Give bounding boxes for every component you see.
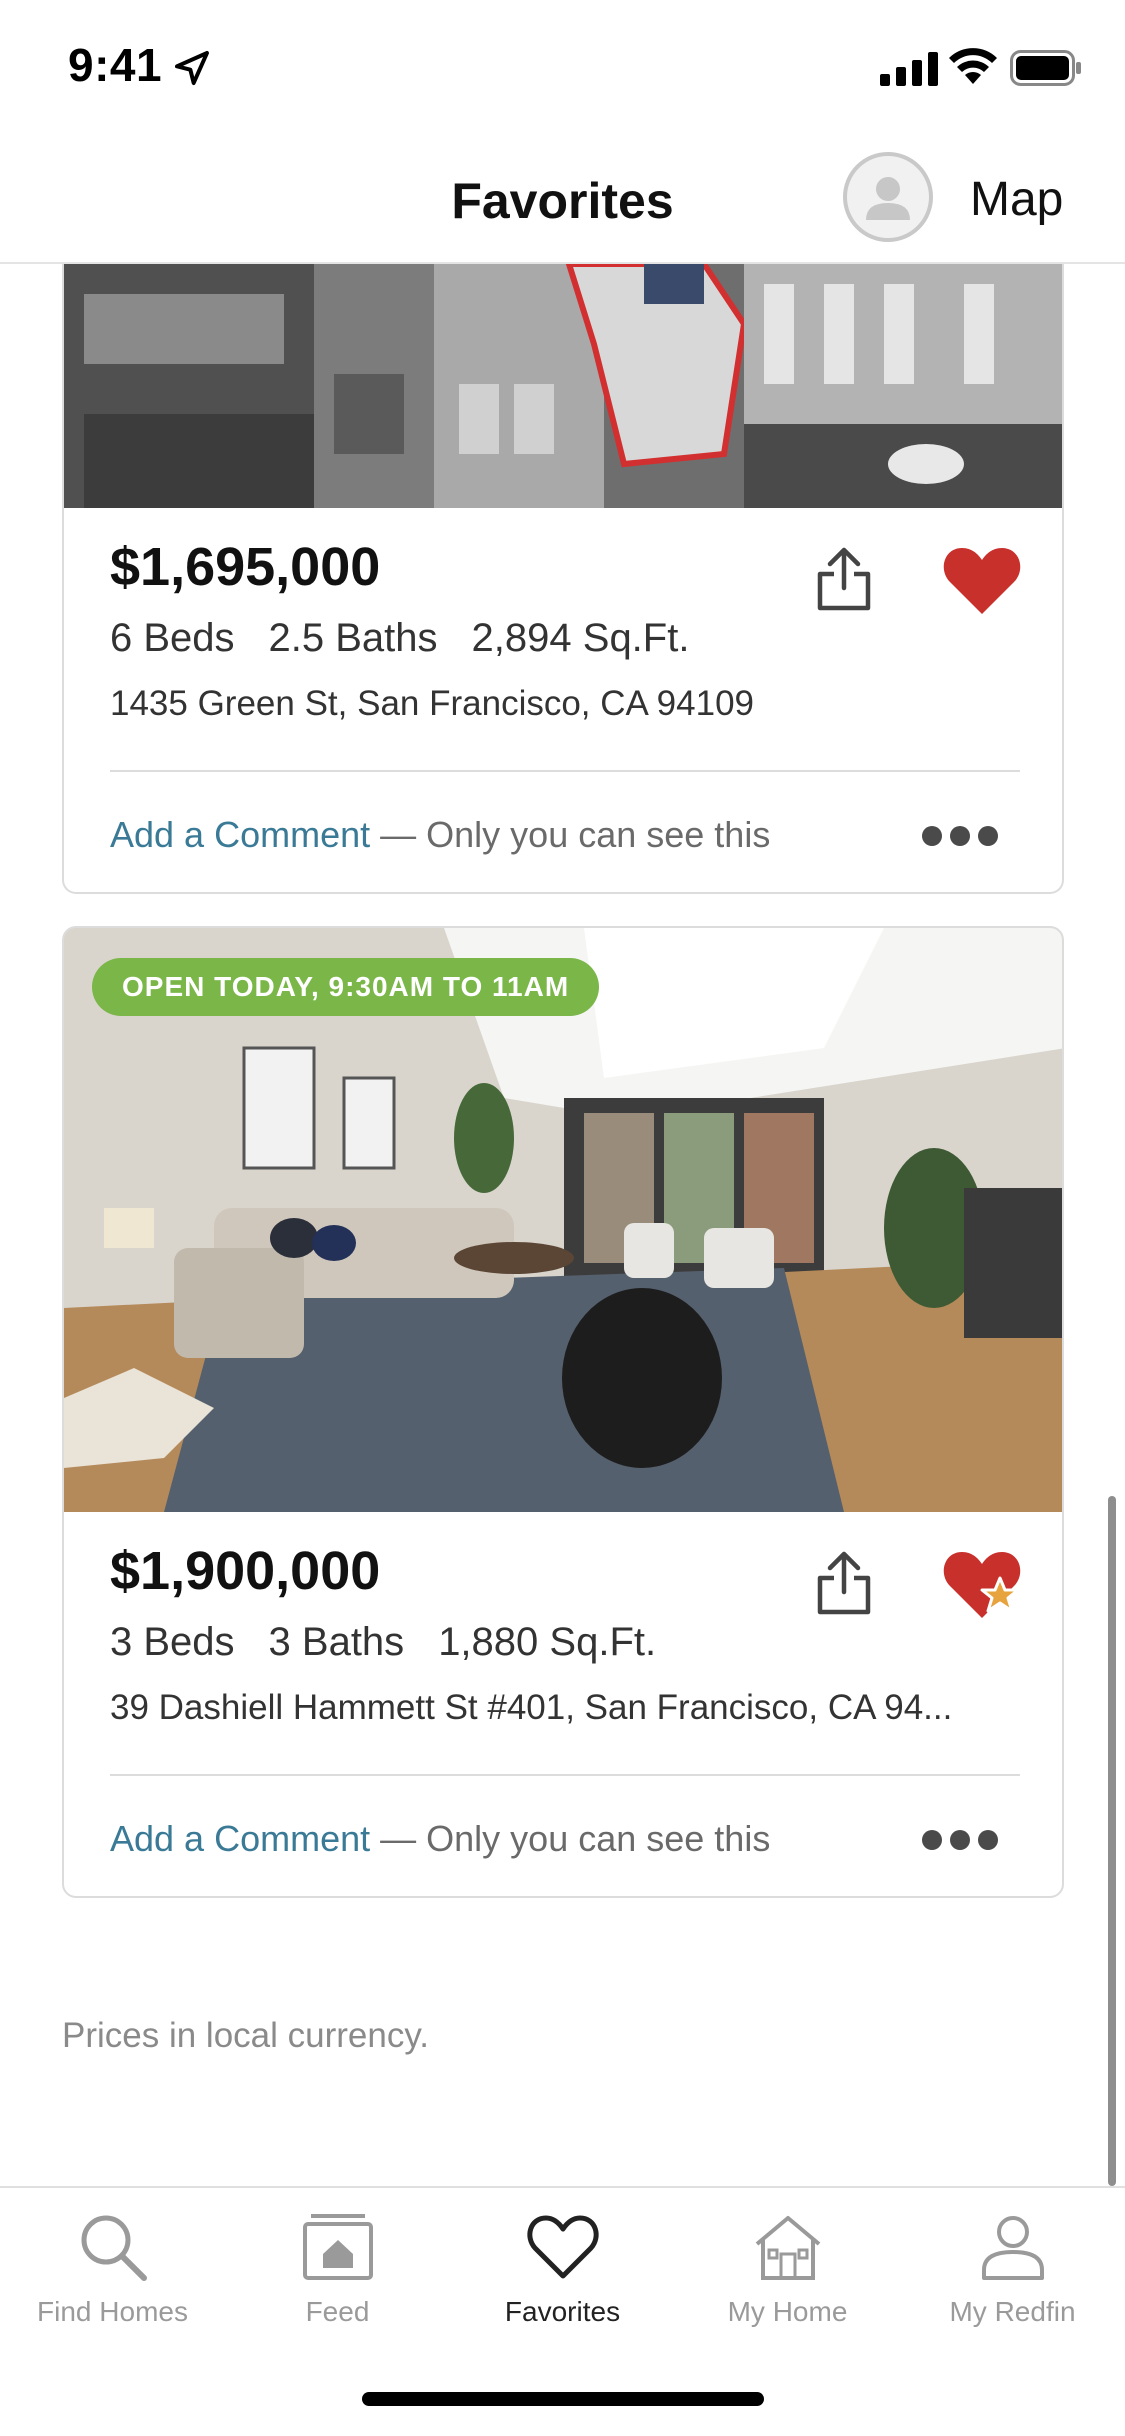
feed-icon <box>303 2214 373 2280</box>
aerial-photo <box>64 264 1062 508</box>
avatar[interactable] <box>843 152 933 242</box>
tab-label: Favorites <box>504 2296 621 2327</box>
beds: 6 Beds <box>110 616 235 660</box>
open-house-badge: OPEN TODAY, 9:30AM TO 11AM <box>92 958 600 1016</box>
currency-footnote: Prices in local currency. <box>62 2016 429 2055</box>
comment-row: Add a Comment — Only you can see this <box>110 1818 770 1860</box>
tab-find-homes[interactable]: Find Homes <box>0 2188 225 2348</box>
listing-specs: 3 Beds 3 Baths 1,880 Sq.Ft. <box>110 1620 690 1665</box>
add-comment-link[interactable]: Add a Comment <box>110 1818 370 1859</box>
tab-my-redfin[interactable]: My Redfin <box>900 2188 1125 2348</box>
more-options-icon[interactable] <box>920 824 1000 848</box>
tab-label: Feed <box>305 2296 370 2327</box>
listing-specs: 6 Beds 2.5 Baths 2,894 Sq.Ft. <box>110 616 723 661</box>
listing-photo[interactable] <box>64 264 1062 508</box>
tab-feed[interactable]: Feed <box>225 2188 450 2348</box>
baths: 2.5 Baths <box>268 616 438 660</box>
listing-address: 39 Dashiell Hammett St #401, San Francis… <box>110 1688 953 1727</box>
wifi-icon <box>949 48 997 84</box>
tab-my-home[interactable]: My Home <box>675 2188 900 2348</box>
nav-header: Favorites Map <box>0 132 1125 264</box>
share-icon[interactable] <box>816 546 872 612</box>
listing-address: 1435 Green St, San Francisco, CA 94109 <box>110 684 754 723</box>
status-time: 9:41 <box>68 39 163 91</box>
divider <box>110 770 1020 772</box>
favorite-heart-icon[interactable] <box>942 544 1022 616</box>
comment-privacy-note: — Only you can see this <box>380 1818 771 1859</box>
share-icon[interactable] <box>816 1550 872 1616</box>
battery-icon <box>1010 50 1081 86</box>
person-icon <box>866 177 910 220</box>
listing-photo[interactable]: OPEN TODAY, 9:30AM TO 11AM <box>64 928 1062 1512</box>
more-options-icon[interactable] <box>920 1828 1000 1852</box>
listing-card[interactable]: OPEN TODAY, 9:30AM TO 11AM $1,900,000 3 … <box>62 926 1064 1898</box>
listing-price: $1,695,000 <box>110 537 381 597</box>
baths: 3 Baths <box>268 1620 405 1664</box>
comment-privacy-note: — Only you can see this <box>380 814 771 855</box>
scrollbar[interactable] <box>1108 1496 1116 2186</box>
listing-price: $1,900,000 <box>110 1541 381 1601</box>
map-button[interactable]: Map <box>970 172 1063 227</box>
divider <box>110 1774 1020 1776</box>
house-icon <box>755 2216 821 2280</box>
location-arrow-icon <box>175 51 209 85</box>
tab-label: My Redfin <box>949 2296 1076 2327</box>
favorite-heart-star-icon[interactable] <box>942 1548 1022 1620</box>
listing-card[interactable]: $1,695,000 6 Beds 2.5 Baths 2,894 Sq.Ft. 1… <box>62 264 1064 894</box>
tab-label: Find Homes <box>37 2296 188 2327</box>
home-indicator[interactable] <box>362 2392 764 2406</box>
tab-label: My Home <box>727 2296 848 2327</box>
add-comment-link[interactable]: Add a Comment <box>110 814 370 855</box>
comment-row: Add a Comment — Only you can see this <box>110 814 770 856</box>
heart-icon <box>527 2215 599 2279</box>
cellular-signal-icon <box>880 52 938 86</box>
search-icon <box>81 2215 147 2281</box>
page-title: Favorites <box>451 173 674 229</box>
sqft: 2,894 Sq.Ft. <box>471 616 690 660</box>
status-bar: 9:41 <box>0 0 1125 132</box>
tab-favorites[interactable]: Favorites <box>450 2188 675 2348</box>
person-icon <box>982 2216 1044 2280</box>
beds: 3 Beds <box>110 1620 235 1664</box>
sqft: 1,880 Sq.Ft. <box>438 1620 657 1664</box>
